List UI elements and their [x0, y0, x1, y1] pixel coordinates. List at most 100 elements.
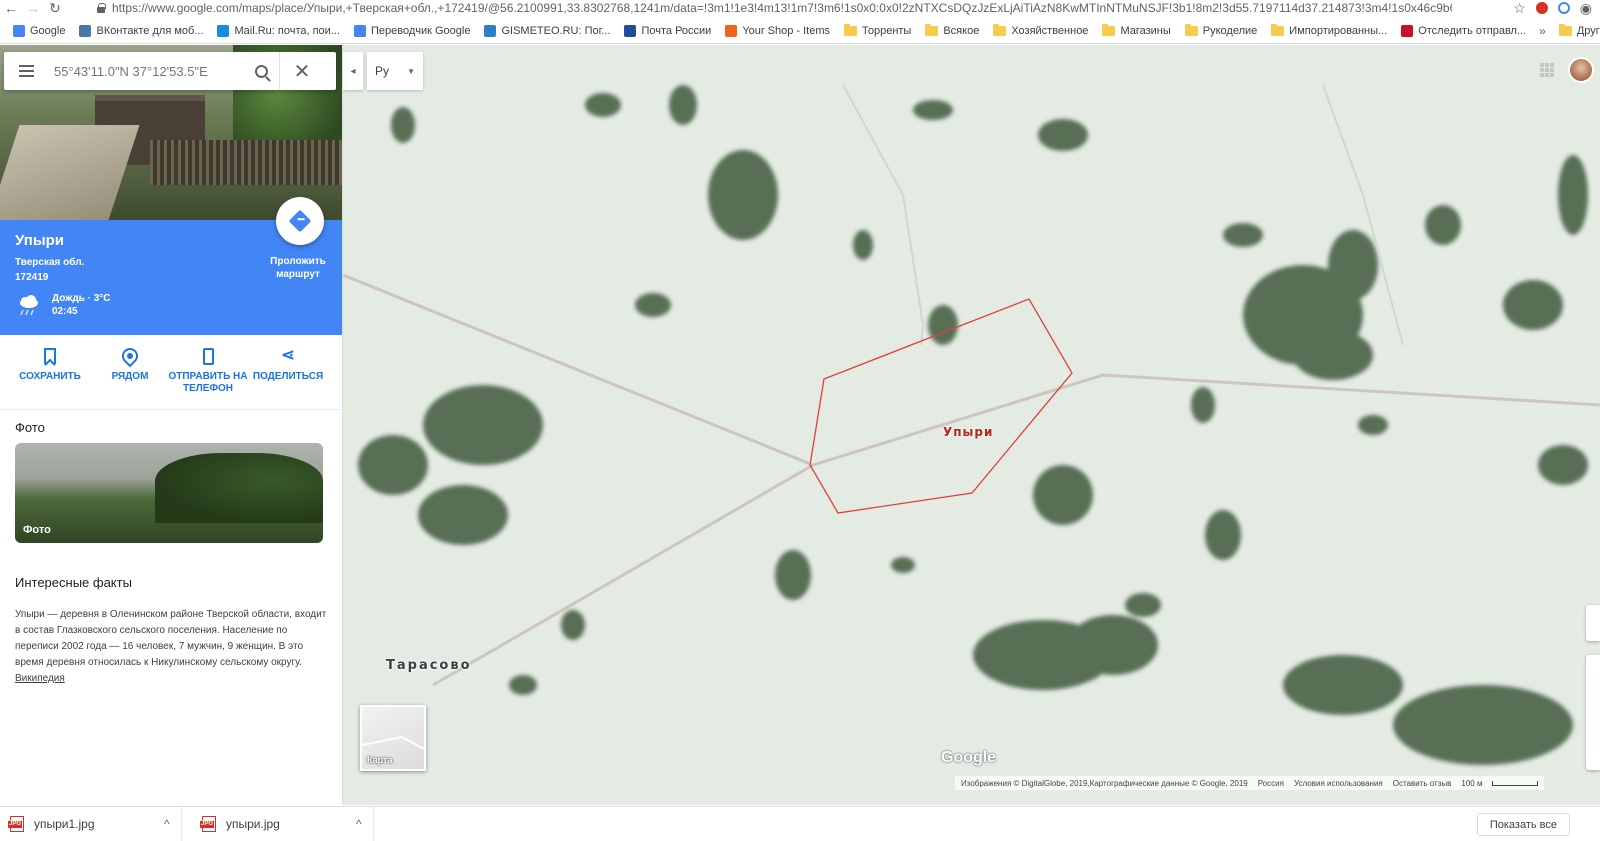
- scale-bar: [1492, 780, 1539, 786]
- bookmarks-overflow-button[interactable]: »: [1533, 24, 1552, 38]
- apps-grid-icon[interactable]: [1540, 63, 1554, 77]
- place-header: Упыри Тверская обл. 172419 Дождь · 3°C 0…: [0, 197, 342, 335]
- bookmark-label: GISMETEO.RU: Пог...: [501, 24, 611, 37]
- save-button[interactable]: СОХРАНИТЬ: [10, 345, 90, 383]
- action-row: СОХРАНИТЬ РЯДОМ ОТПРАВИТЬ НА ТЕЛЕФОН ⋖ П…: [0, 335, 342, 410]
- bookmark-label: Торренты: [861, 24, 912, 37]
- zoom-controls[interactable]: [1586, 655, 1600, 770]
- google-icon: [13, 24, 25, 37]
- chevron-up-icon[interactable]: ^: [164, 817, 170, 831]
- nearby-button[interactable]: РЯДОМ: [90, 344, 170, 383]
- map-attribution-bar: Изображения © DigitalGlobe, 2019,Картогр…: [955, 776, 1545, 790]
- place-panel: ✕ Упыри Тверская обл. 172419 Дождь · 3°C…: [0, 45, 343, 805]
- bookmark-item[interactable]: Google: [6, 18, 72, 44]
- folder-icon: [843, 23, 857, 36]
- google-logo: Google: [941, 749, 997, 766]
- translate-icon: [353, 24, 366, 37]
- facts-section-title: Интересные факты: [15, 575, 132, 590]
- bookmark-item[interactable]: Импортированны...: [1264, 18, 1394, 44]
- other-bookmarks[interactable]: Другие заклад: [1552, 18, 1600, 44]
- vk-icon: [79, 24, 92, 37]
- bookmarks-bar: Google ВКонтакте для моб... Mail.Ru: почта…: [0, 18, 1600, 44]
- folder-icon: [1558, 23, 1572, 36]
- show-all-downloads-button[interactable]: Показать все: [1476, 813, 1570, 836]
- bookmark-label: Хозяйственное: [1011, 24, 1089, 37]
- browser-toolbar: ← → ↻ https://www.google.com/maps/place/…: [0, 0, 1600, 16]
- bookmark-label: Отследить отправл...: [1418, 24, 1527, 37]
- send-to-phone-button[interactable]: ОТПРАВИТЬ НА ТЕЛЕФОН: [168, 345, 248, 395]
- feedback-link[interactable]: Оставить отзыв: [1393, 779, 1452, 788]
- account-icon[interactable]: ◉: [1580, 0, 1592, 17]
- photo-card-label: Фото: [23, 524, 51, 536]
- lock-icon: [96, 3, 106, 13]
- place-region: Тверская обл.: [15, 257, 85, 268]
- search-icon: [255, 64, 268, 78]
- bookmark-label: Почта России: [641, 24, 712, 37]
- bookmark-label: Магазины: [1120, 24, 1171, 37]
- language-select[interactable]: Ру ▼: [367, 52, 423, 90]
- bookmark-label: Рукоделие: [1202, 24, 1258, 37]
- bookmark-item[interactable]: Mail.Ru: почта, пои...: [210, 18, 347, 44]
- chevron-up-icon[interactable]: ^: [356, 817, 362, 831]
- search-box: ✕: [4, 52, 336, 90]
- weather-time: 02:45: [52, 306, 78, 317]
- folder-icon: [925, 23, 939, 36]
- collapse-panel-button[interactable]: ◂: [343, 52, 363, 90]
- nearby-label: РЯДОМ: [111, 371, 149, 382]
- search-button[interactable]: [244, 52, 280, 90]
- bookmark-label: Google: [30, 24, 66, 37]
- back-arrow-icon[interactable]: ←: [0, 0, 22, 16]
- forward-arrow-icon[interactable]: →: [22, 0, 44, 16]
- download-item[interactable]: упыри.jpg ^: [192, 807, 374, 841]
- bookmark-item[interactable]: Почта России: [617, 18, 718, 44]
- photos-section-title: Фото: [15, 420, 45, 435]
- bookmark-item[interactable]: ВКонтакте для моб...: [72, 18, 210, 44]
- avatar[interactable]: [1568, 57, 1594, 83]
- bookmark-item[interactable]: Торренты: [837, 18, 918, 44]
- place-title: Упыри: [15, 232, 65, 249]
- address-bar[interactable]: https://www.google.com/maps/place/Упыри,…: [96, 0, 1486, 16]
- menu-icon[interactable]: [4, 52, 48, 90]
- extension-icon[interactable]: [1535, 2, 1548, 14]
- scale-label[interactable]: 100 м: [1461, 779, 1482, 788]
- reload-icon[interactable]: ↻: [44, 0, 66, 16]
- photo-card[interactable]: Фото: [15, 443, 323, 543]
- country-link[interactable]: Россия: [1258, 779, 1284, 788]
- attribution-text: Изображения © DigitalGlobe, 2019,Картогр…: [961, 778, 1248, 788]
- close-icon[interactable]: ✕: [280, 52, 324, 90]
- bookmark-item[interactable]: Отследить отправл...: [1394, 18, 1533, 44]
- pegman-icon[interactable]: [1586, 605, 1600, 641]
- search-input[interactable]: [48, 56, 244, 86]
- directions-icon: [288, 209, 312, 233]
- bookmark-item[interactable]: Your Shop - Items: [718, 18, 837, 44]
- share-icon: ⋖: [281, 347, 295, 364]
- directions-label[interactable]: Проложить маршрут: [258, 255, 338, 281]
- wikipedia-link[interactable]: Википедия: [15, 673, 65, 684]
- bookmark-item[interactable]: Хозяйственное: [986, 18, 1095, 44]
- share-button[interactable]: ⋖ ПОДЕЛИТЬСЯ: [248, 345, 328, 383]
- terms-link[interactable]: Условия использования: [1294, 779, 1383, 788]
- jpg-file-icon: [200, 816, 216, 832]
- other-bookmarks-label: Другие заклад: [1576, 24, 1600, 37]
- map-type-toggle[interactable]: Карта: [360, 705, 426, 771]
- download-shelf: упыри1.jpg ^ упыри.jpg ^ Показать все: [0, 806, 1600, 841]
- facts-body: Упыри — деревня в Оленинском районе Твер…: [15, 609, 327, 668]
- send-to-phone-icon: [202, 347, 214, 365]
- extension-icon[interactable]: [1557, 2, 1570, 14]
- bookmark-label: Mail.Ru: почта, пои...: [234, 24, 340, 37]
- weather-condition: Дождь · 3°C: [52, 293, 111, 304]
- bookmark-item[interactable]: Всякое: [918, 18, 986, 44]
- url-text[interactable]: https://www.google.com/maps/place/Упыри,…: [112, 1, 1452, 15]
- map-label-village[interactable]: Упыри: [943, 425, 993, 439]
- directions-button[interactable]: [276, 197, 324, 245]
- download-item[interactable]: упыри1.jpg ^: [0, 807, 182, 841]
- bookmark-item[interactable]: Рукоделие: [1178, 18, 1265, 44]
- bookmark-item[interactable]: GISMETEO.RU: Пог...: [477, 18, 617, 44]
- bookmark-icon: [44, 348, 56, 364]
- star-icon[interactable]: ☆: [1513, 0, 1526, 17]
- bookmark-item[interactable]: Магазины: [1095, 18, 1177, 44]
- map-label-neighbor[interactable]: Тарасово: [386, 658, 472, 673]
- bookmark-item[interactable]: Переводчик Google: [347, 18, 478, 44]
- map-canvas[interactable]: ◂ Ру ▼ Упыри Тарасово Карта Google Изобр…: [343, 45, 1600, 805]
- russian-post-icon: [624, 24, 637, 37]
